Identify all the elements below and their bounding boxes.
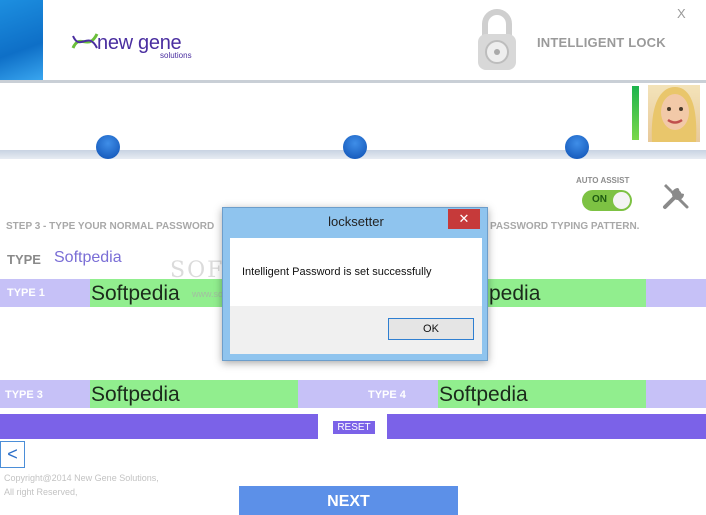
auto-assist-label: AUTO ASSIST — [576, 176, 630, 185]
type4-label: TYPE 4 — [368, 389, 406, 401]
toggle-knob — [613, 192, 630, 209]
auto-assist-toggle[interactable]: ON — [582, 190, 632, 211]
type1-value: Softpedia — [91, 282, 180, 305]
ok-button[interactable]: OK — [388, 318, 474, 340]
password-input[interactable]: Softpedia — [54, 249, 122, 267]
close-app-button[interactable]: X — [677, 6, 686, 21]
brand-subtitle: solutions — [160, 51, 192, 60]
progress-step-2 — [343, 135, 367, 159]
signal-level-bar — [632, 86, 639, 140]
logo-side-strip — [0, 0, 43, 81]
copyright-line-1: Copyright@2014 New Gene Solutions, — [4, 473, 159, 483]
wrench-screwdriver-icon[interactable] — [660, 180, 692, 212]
type4-value: Softpedia — [439, 383, 528, 406]
reset-button[interactable]: RESET — [333, 421, 375, 434]
step3-instruction: STEP 3 - TYPE YOUR NORMAL PASSWORD — [6, 221, 215, 232]
type3-value: Softpedia — [91, 383, 180, 406]
copyright-line-2: All right Reserved, — [4, 487, 78, 497]
avatar-face-icon — [651, 87, 697, 142]
step3-instruction-tail: PASSWORD TYPING PATTERN. — [490, 221, 640, 232]
type1-value-tail: pedia — [489, 282, 541, 305]
type1-label: TYPE 1 — [7, 287, 45, 299]
next-button[interactable]: NEXT — [239, 486, 458, 515]
header-divider — [0, 80, 706, 83]
dialog-body: Intelligent Password is set successfully… — [230, 238, 482, 354]
padlock-icon — [478, 9, 516, 70]
back-button[interactable]: < — [0, 441, 25, 468]
dialog-close-button[interactable]: ✕ — [448, 209, 480, 229]
progress-step-3 — [565, 135, 589, 159]
type-field-label: TYPE — [7, 252, 41, 267]
dialog-footer: OK — [230, 306, 482, 354]
dna-helix-icon — [71, 33, 99, 49]
toggle-state-label: ON — [592, 194, 607, 205]
message-dialog: locksetter ✕ Intelligent Password is set… — [222, 207, 488, 361]
type3-label: TYPE 3 — [5, 389, 43, 401]
dialog-message: Intelligent Password is set successfully — [242, 266, 432, 278]
reset-bar-right — [387, 414, 706, 439]
type1-row-end — [646, 279, 706, 307]
progress-step-1 — [96, 135, 120, 159]
reset-bar-left — [0, 414, 318, 439]
product-title: INTELLIGENT LOCK — [537, 35, 666, 50]
avatar — [648, 85, 700, 142]
